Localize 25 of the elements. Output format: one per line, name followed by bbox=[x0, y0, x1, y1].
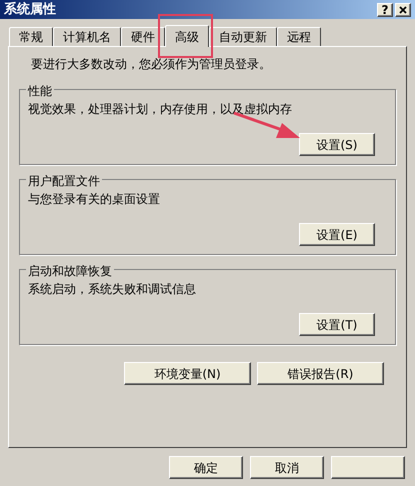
dialog-button[interactable]: 取消 bbox=[250, 456, 324, 479]
tab[interactable]: 远程 bbox=[277, 27, 321, 46]
group-description: 系统启动，系统失败和调试信息 bbox=[28, 281, 197, 298]
error-reporting-button[interactable]: 错误报告(R) bbox=[257, 362, 384, 385]
tab[interactable]: 硬件 bbox=[121, 27, 165, 46]
close-icon bbox=[399, 6, 407, 14]
annotation-box bbox=[158, 14, 213, 58]
tab[interactable]: 计算机名 bbox=[53, 27, 121, 46]
tab[interactable]: 高级 bbox=[165, 25, 209, 47]
dialog-button[interactable]: 确定 bbox=[169, 456, 243, 479]
environment-variables-button[interactable]: 环境变量(N) bbox=[124, 362, 251, 385]
window-title: 系统属性 bbox=[4, 0, 56, 19]
group-title: 启动和故障恢复 bbox=[26, 262, 114, 280]
settings-button[interactable]: 设置(E) bbox=[299, 223, 375, 246]
settings-button[interactable]: 设置(T) bbox=[299, 313, 375, 336]
admin-notice: 要进行大多数改动，您必须作为管理员登录。 bbox=[31, 56, 272, 73]
group-title: 性能 bbox=[26, 82, 54, 100]
help-button[interactable]: ? bbox=[377, 2, 393, 16]
settings-button[interactable]: 设置(S) bbox=[299, 133, 375, 156]
close-button[interactable] bbox=[395, 2, 411, 16]
tab[interactable]: 常规 bbox=[9, 27, 53, 46]
tab[interactable]: 自动更新 bbox=[209, 27, 277, 46]
group-title: 用户配置文件 bbox=[26, 172, 102, 190]
group-description: 与您登录有关的桌面设置 bbox=[28, 191, 161, 208]
dialog-button[interactable] bbox=[331, 456, 405, 479]
